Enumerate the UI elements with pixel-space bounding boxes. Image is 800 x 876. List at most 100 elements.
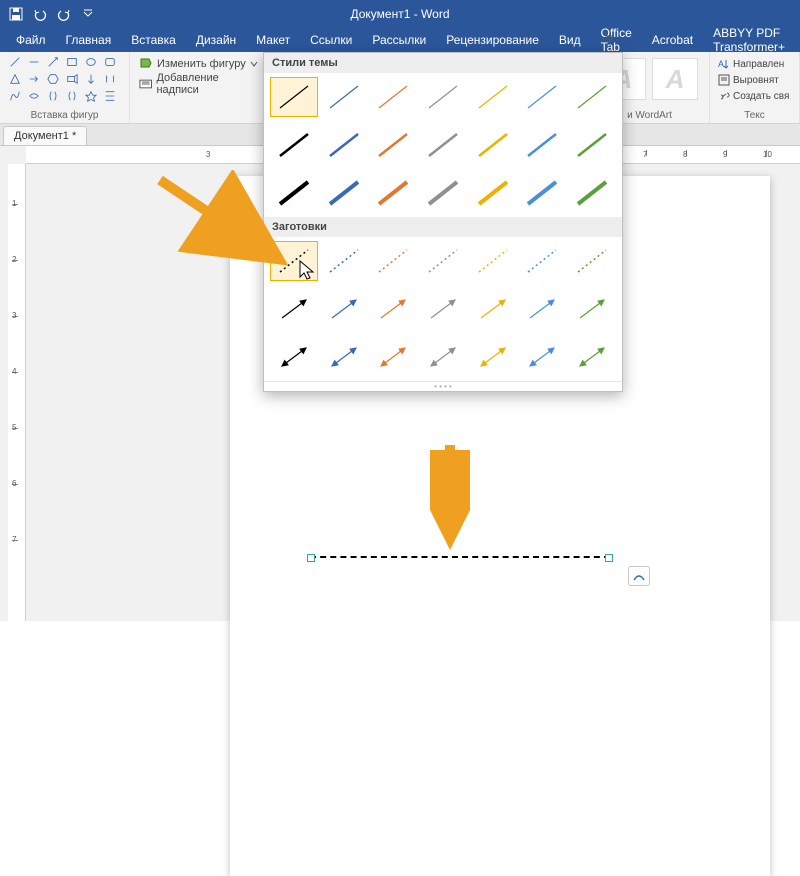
preset-style[interactable]	[320, 289, 368, 329]
preset-style[interactable]	[568, 289, 616, 329]
edit-shape-icon	[139, 57, 153, 71]
theme-style[interactable]	[369, 77, 417, 117]
preset-style[interactable]	[369, 337, 417, 377]
gallery-expand-button[interactable]	[602, 33, 616, 47]
tab-references[interactable]: Ссылки	[300, 28, 362, 52]
create-link-button[interactable]: Создать свя	[718, 88, 791, 104]
theme-style[interactable]	[270, 77, 318, 117]
shape-thumb[interactable]	[63, 88, 81, 104]
shape-thumb[interactable]	[6, 54, 24, 70]
preset-style[interactable]	[270, 337, 318, 377]
shape-thumb[interactable]	[25, 71, 43, 87]
text-direction-button[interactable]: A Направлен	[718, 56, 791, 72]
shapes-group-label: Вставка фигур	[6, 110, 123, 123]
dashed-line-shape[interactable]	[310, 556, 610, 558]
theme-style[interactable]	[419, 173, 467, 213]
shapes-gallery[interactable]	[6, 54, 123, 104]
add-textbox-label: Добавление надписи	[156, 72, 260, 96]
shape-thumb[interactable]	[44, 54, 62, 70]
tab-office-tab[interactable]: Office Tab	[591, 28, 642, 52]
shape-thumb[interactable]	[63, 54, 81, 70]
tab-design[interactable]: Дизайн	[186, 28, 246, 52]
theme-style[interactable]	[419, 125, 467, 165]
add-textbox-button[interactable]: Добавление надписи	[136, 74, 263, 94]
quick-access-toolbar	[0, 2, 100, 26]
preset-style[interactable]	[469, 289, 517, 329]
theme-style[interactable]	[568, 125, 616, 165]
undo-button[interactable]	[28, 2, 52, 26]
preset-style[interactable]	[419, 241, 467, 281]
qat-customize-button[interactable]	[76, 2, 100, 26]
gallery-resize-grip[interactable]: • • • •	[264, 381, 622, 391]
textbox-icon	[139, 77, 152, 91]
shape-thumb[interactable]	[82, 88, 100, 104]
align-icon	[718, 74, 730, 86]
shape-thumb[interactable]	[101, 54, 119, 70]
preset-style[interactable]	[270, 289, 318, 329]
preset-style[interactable]	[320, 241, 368, 281]
preset-style[interactable]	[568, 337, 616, 377]
shape-thumb[interactable]	[82, 71, 100, 87]
theme-style[interactable]	[320, 77, 368, 117]
theme-style[interactable]	[320, 173, 368, 213]
chevron-down-icon	[602, 33, 616, 47]
shape-thumb[interactable]	[101, 71, 119, 87]
theme-style[interactable]	[270, 173, 318, 213]
theme-style[interactable]	[369, 125, 417, 165]
tab-file[interactable]: Файл	[6, 28, 56, 52]
save-button[interactable]	[4, 2, 28, 26]
tab-mailings[interactable]: Рассылки	[362, 28, 436, 52]
shape-thumb[interactable]	[101, 88, 119, 104]
tab-abbyy[interactable]: ABBYY PDF Transformer+	[703, 28, 800, 52]
theme-style[interactable]	[469, 173, 517, 213]
redo-icon	[57, 7, 71, 21]
tab-insert[interactable]: Вставка	[121, 28, 186, 52]
text-direction-icon: A	[718, 58, 730, 70]
preset-style[interactable]	[519, 289, 567, 329]
preset-style[interactable]	[320, 337, 368, 377]
tab-view[interactable]: Вид	[549, 28, 591, 52]
theme-style[interactable]	[270, 125, 318, 165]
theme-style[interactable]	[519, 173, 567, 213]
shape-thumb[interactable]	[63, 71, 81, 87]
preset-style[interactable]	[369, 241, 417, 281]
preset-style[interactable]	[369, 289, 417, 329]
align-text-button[interactable]: Выровнят	[718, 72, 791, 88]
theme-style[interactable]	[519, 77, 567, 117]
tab-home[interactable]: Главная	[56, 28, 122, 52]
edit-shape-button[interactable]: Изменить фигуру	[136, 54, 263, 74]
tab-acrobat[interactable]: Acrobat	[642, 28, 703, 52]
document-tab[interactable]: Документ1 *	[3, 126, 87, 145]
theme-style[interactable]	[568, 173, 616, 213]
theme-style[interactable]	[369, 173, 417, 213]
shape-thumb[interactable]	[44, 88, 62, 104]
theme-style[interactable]	[519, 125, 567, 165]
vertical-ruler[interactable]: 1234567	[8, 164, 26, 621]
shape-thumb[interactable]	[82, 54, 100, 70]
preset-style[interactable]	[469, 337, 517, 377]
theme-style[interactable]	[469, 125, 517, 165]
preset-style[interactable]	[270, 241, 318, 281]
shape-thumb[interactable]	[6, 71, 24, 87]
shape-thumb[interactable]	[25, 54, 43, 70]
theme-style[interactable]	[320, 125, 368, 165]
preset-style[interactable]	[519, 337, 567, 377]
preset-style[interactable]	[568, 241, 616, 281]
shape-thumb[interactable]	[44, 71, 62, 87]
edit-shape-group: Изменить фигуру Добавление надписи	[130, 52, 270, 123]
tab-layout[interactable]: Макет	[246, 28, 300, 52]
preset-style[interactable]	[469, 241, 517, 281]
shape-thumb[interactable]	[6, 88, 24, 104]
theme-style[interactable]	[419, 77, 467, 117]
preset-style[interactable]	[419, 289, 467, 329]
document-tab-label: Документ1 *	[14, 130, 76, 142]
preset-style[interactable]	[419, 337, 467, 377]
tab-review[interactable]: Рецензирование	[436, 28, 549, 52]
theme-style[interactable]	[469, 77, 517, 117]
preset-style[interactable]	[519, 241, 567, 281]
layout-options-button[interactable]	[628, 566, 650, 586]
wordart-style-2[interactable]: A	[652, 58, 698, 100]
theme-style[interactable]	[568, 77, 616, 117]
redo-button[interactable]	[52, 2, 76, 26]
shape-thumb[interactable]	[25, 88, 43, 104]
